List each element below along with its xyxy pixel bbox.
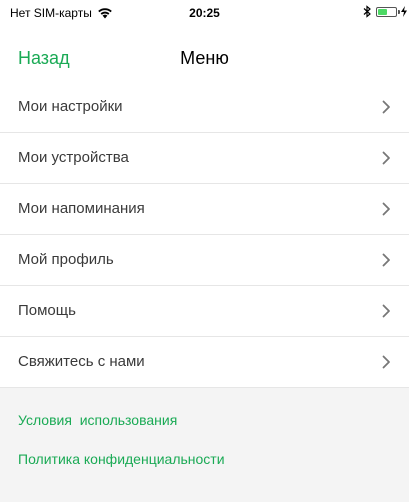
bluetooth-icon — [362, 5, 372, 18]
chevron-right-icon — [382, 151, 390, 165]
menu-list: Мои настройки Мои устройства Мои напомин… — [0, 82, 409, 388]
menu-item-label: Мои устройства — [18, 149, 129, 166]
status-bar: Нет SIM-карты 20:25 — [0, 0, 409, 28]
chevron-right-icon — [382, 253, 390, 267]
menu-item-reminders[interactable]: Мои напоминания — [0, 184, 409, 235]
privacy-policy-link[interactable]: Политика конфиденциальности — [18, 451, 225, 467]
status-time: 20:25 — [189, 6, 220, 20]
menu-item-profile[interactable]: Мой профиль — [0, 235, 409, 286]
menu-item-devices[interactable]: Мои устройства — [0, 133, 409, 184]
menu-item-label: Мой профиль — [18, 251, 114, 268]
menu-item-label: Мои напоминания — [18, 200, 145, 217]
page-title: Меню — [180, 48, 229, 68]
status-right — [362, 5, 407, 18]
chevron-right-icon — [382, 100, 390, 114]
menu-item-label: Помощь — [18, 302, 76, 319]
menu-item-label: Мои настройки — [18, 98, 123, 115]
menu-item-contact[interactable]: Свяжитесь с нами — [0, 337, 409, 388]
footer-links: Условия использования Политика конфиденц… — [0, 388, 409, 502]
battery-icon — [376, 6, 397, 17]
battery-level — [378, 8, 387, 15]
menu-item-help[interactable]: Помощь — [0, 286, 409, 337]
battery-tip — [398, 9, 400, 14]
menu-item-label: Свяжитесь с нами — [18, 353, 145, 370]
navigation-bar: Назад Меню — [0, 28, 409, 88]
chevron-right-icon — [382, 202, 390, 216]
terms-of-use-link[interactable]: Условия использования — [18, 412, 177, 428]
menu-item-settings[interactable]: Мои настройки — [0, 82, 409, 133]
charging-icon — [401, 6, 407, 17]
chevron-right-icon — [382, 355, 390, 369]
chevron-right-icon — [382, 304, 390, 318]
